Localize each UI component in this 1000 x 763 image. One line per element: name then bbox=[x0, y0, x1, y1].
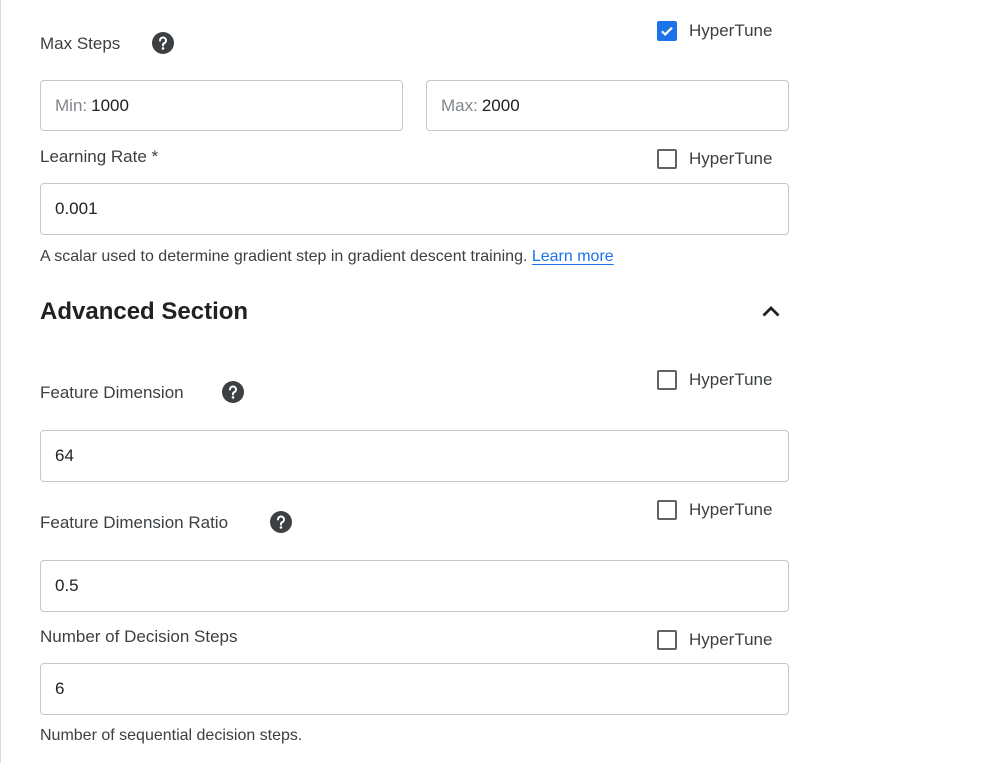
max-steps-input[interactable]: Max: 2000 bbox=[426, 80, 789, 131]
learn-more-link[interactable]: Learn more bbox=[532, 248, 614, 265]
feature-dimension-ratio-label: Feature Dimension Ratio bbox=[40, 513, 229, 532]
decision-steps-input[interactable]: 6 bbox=[40, 663, 789, 715]
learning-rate-hint: A scalar used to determine gradient step… bbox=[40, 248, 614, 266]
help-circle-icon[interactable] bbox=[222, 381, 244, 403]
min-steps-input[interactable]: Min: 1000 bbox=[40, 80, 403, 131]
decision-steps-label: Number of Decision Steps bbox=[40, 627, 238, 646]
hypertune-checkbox[interactable] bbox=[657, 149, 677, 169]
hypertune-label: HyperTune bbox=[689, 370, 773, 389]
hypertune-checkbox[interactable] bbox=[657, 630, 677, 650]
decision-steps-value: 6 bbox=[55, 679, 65, 698]
feature-dimension-ratio-value: 0.5 bbox=[55, 576, 79, 595]
learning-rate-value: 0.001 bbox=[55, 199, 98, 218]
feature-dimension-ratio-hypertune[interactable]: HyperTune bbox=[657, 498, 772, 522]
feature-dimension-hypertune[interactable]: HyperTune bbox=[657, 368, 772, 392]
min-prefix: Min: bbox=[55, 95, 88, 115]
checkmark-icon bbox=[661, 26, 673, 37]
hypertune-checkbox[interactable] bbox=[657, 500, 677, 520]
max-value: 2000 bbox=[481, 95, 520, 115]
feature-dimension-label: Feature Dimension bbox=[40, 383, 184, 402]
hypertune-checkbox-checked[interactable] bbox=[657, 21, 677, 41]
hypertune-label: HyperTune bbox=[689, 500, 773, 519]
decision-steps-hypertune[interactable]: HyperTune bbox=[657, 628, 772, 652]
chevron-up-icon[interactable] bbox=[759, 300, 783, 324]
help-circle-icon[interactable] bbox=[270, 511, 292, 533]
learning-rate-label: Learning Rate * bbox=[40, 147, 159, 166]
help-circle-icon[interactable] bbox=[152, 32, 174, 54]
hypertune-checkbox[interactable] bbox=[657, 370, 677, 390]
min-value: 1000 bbox=[91, 95, 129, 115]
hypertune-label: HyperTune bbox=[689, 21, 773, 40]
hypertune-label: HyperTune bbox=[689, 149, 773, 168]
advanced-section-title: Advanced Section bbox=[40, 298, 249, 325]
hyperparameter-form: Max Steps HyperTune Min: 1000 Max: 2000 … bbox=[0, 0, 1000, 763]
decision-steps-hint: Number of sequential decision steps. bbox=[40, 727, 303, 744]
learning-rate-hypertune[interactable]: HyperTune bbox=[657, 147, 772, 171]
feature-dimension-value: 64 bbox=[55, 446, 74, 465]
max-steps-hypertune[interactable]: HyperTune bbox=[657, 19, 772, 43]
hypertune-label: HyperTune bbox=[689, 630, 773, 649]
feature-dimension-input[interactable]: 64 bbox=[40, 430, 789, 482]
max-prefix: Max: bbox=[441, 95, 478, 115]
feature-dimension-ratio-input[interactable]: 0.5 bbox=[40, 560, 789, 612]
learning-rate-input[interactable]: 0.001 bbox=[40, 183, 789, 235]
max-steps-label: Max Steps bbox=[40, 34, 121, 53]
learning-rate-hint-text: A scalar used to determine gradient step… bbox=[40, 248, 528, 265]
